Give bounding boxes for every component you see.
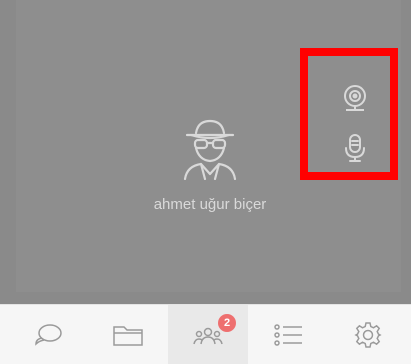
- participants-count-badge: 2: [218, 314, 236, 332]
- microphone-toggle-button[interactable]: [341, 134, 369, 162]
- folder-icon: [113, 325, 143, 346]
- media-controls-highlight: [300, 48, 398, 180]
- participant-card: ahmet uğur biçer: [130, 118, 290, 213]
- chat-icon: [35, 323, 62, 346]
- list-tab[interactable]: [248, 305, 328, 364]
- microphone-icon: [345, 134, 365, 162]
- incognito-user-icon: [183, 119, 237, 180]
- list-icon: [274, 323, 302, 346]
- camera-toggle-button[interactable]: [341, 84, 369, 112]
- bottom-toolbar: 2: [0, 304, 411, 364]
- conference-window: ahmet uğur biçer 2: [0, 0, 411, 364]
- files-tab[interactable]: [88, 305, 168, 364]
- chat-tab[interactable]: [8, 305, 88, 364]
- settings-gear-icon: [354, 321, 382, 348]
- participant-name: ahmet uğur biçer: [153, 196, 267, 213]
- webcam-icon: [344, 85, 366, 111]
- participants-tab[interactable]: 2: [168, 305, 248, 364]
- video-stage: ahmet uğur biçer: [0, 0, 411, 304]
- settings-tab[interactable]: [328, 305, 408, 364]
